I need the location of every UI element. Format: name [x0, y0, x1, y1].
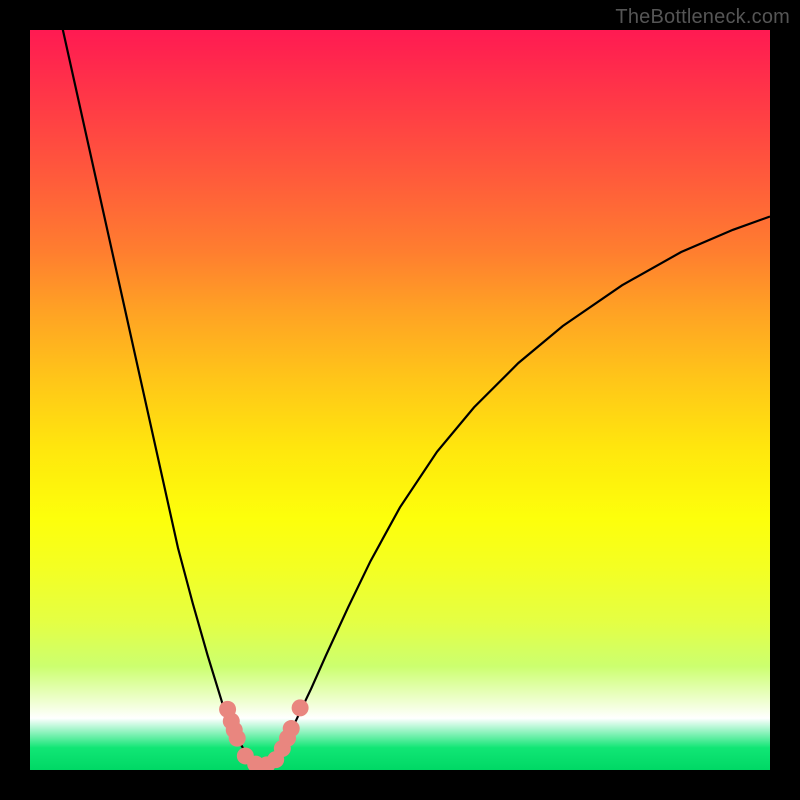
curve-dots [219, 699, 309, 770]
chart-frame: TheBottleneck.com [0, 0, 800, 800]
curve-layer [30, 30, 770, 770]
watermark-text: TheBottleneck.com [615, 6, 790, 29]
plot-area [30, 30, 770, 770]
curve-dot [229, 730, 246, 747]
bottleneck-curve [30, 30, 770, 766]
curve-dot [292, 699, 309, 716]
curve-dot [283, 720, 300, 737]
